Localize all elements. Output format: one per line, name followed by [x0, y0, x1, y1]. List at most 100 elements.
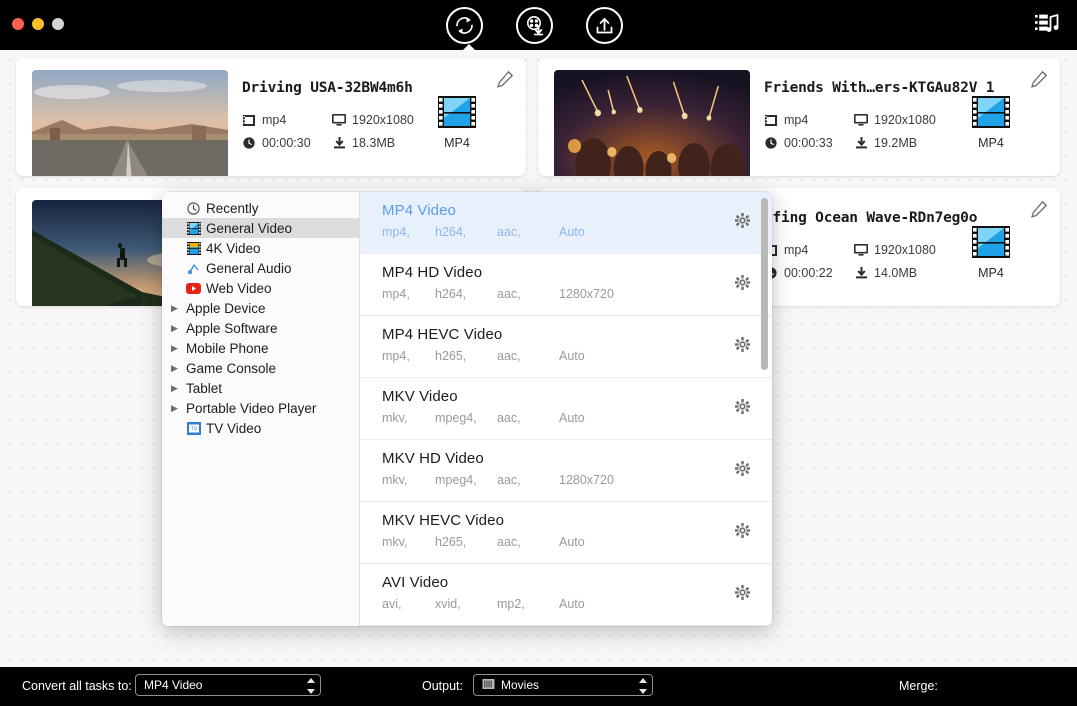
- format-resolution: 1280x720: [559, 287, 614, 301]
- stepper-icon[interactable]: [638, 678, 647, 694]
- chevron-right-icon: ▶: [171, 302, 178, 313]
- format-category-list: Recently General Video 4K Video General …: [162, 192, 360, 626]
- category-label: Apple Device: [186, 300, 266, 316]
- gear-icon[interactable]: [735, 399, 750, 414]
- file-card[interactable]: Driving USA-32BW4m6h mp4 1920x1080 00:00…: [16, 58, 526, 176]
- gear-icon[interactable]: [735, 585, 750, 600]
- file-output-format[interactable]: MP4: [430, 96, 484, 150]
- file-card[interactable]: Friends With…ers-KTGAu82V 1 mp4 1920x108…: [538, 58, 1060, 176]
- chevron-right-icon: ▶: [171, 362, 178, 373]
- convert-tab-button[interactable]: [446, 7, 483, 44]
- category-item-tablet[interactable]: ▶ Tablet: [162, 378, 359, 398]
- category-item-general-video[interactable]: General Video: [162, 218, 359, 238]
- share-tab-button[interactable]: [586, 7, 623, 44]
- category-item-tv-video[interactable]: TV TV Video: [162, 418, 359, 438]
- format-video-codec: h264,: [435, 287, 467, 301]
- format-video-codec: h265,: [435, 535, 467, 549]
- svg-text:TV: TV: [190, 426, 197, 432]
- category-label: Game Console: [186, 360, 277, 376]
- edit-pencil-icon[interactable]: [1030, 70, 1048, 88]
- gear-icon[interactable]: [735, 213, 750, 228]
- zoom-button[interactable]: [52, 18, 64, 30]
- format-video-codec: h265,: [435, 349, 467, 363]
- app-window: Driving USA-32BW4m6h mp4 1920x1080 00:00…: [0, 0, 1077, 706]
- category-item-general-audio[interactable]: General Audio: [162, 258, 359, 278]
- format-row-mkv-video[interactable]: MKV Video mkv, mpeg4, aac, Auto: [360, 378, 772, 440]
- film-icon: [242, 114, 256, 127]
- stepper-down-icon: [638, 689, 647, 694]
- format-details: mkv, mpeg4, aac, Auto: [382, 411, 772, 425]
- meta-format-value: mp4: [784, 243, 809, 257]
- stepper-down-icon: [306, 689, 315, 694]
- format-resolution: Auto: [559, 597, 585, 611]
- meta-format-value: mp4: [784, 113, 809, 127]
- output-select[interactable]: Movies: [473, 674, 653, 696]
- clock-icon: [764, 137, 778, 150]
- gear-icon[interactable]: [735, 337, 750, 352]
- category-item-game-console[interactable]: ▶ Game Console: [162, 358, 359, 378]
- format-audio-codec: aac,: [497, 287, 521, 301]
- format-list[interactable]: MP4 Video mp4, h264, aac, Auto MP4 HD Vi…: [360, 192, 772, 626]
- category-item-apple-device[interactable]: ▶ Apple Device: [162, 298, 359, 318]
- format-row-mp4-video[interactable]: MP4 Video mp4, h264, aac, Auto: [360, 192, 772, 254]
- category-label: General Video: [206, 220, 293, 236]
- stepper-up-icon: [306, 678, 315, 683]
- meta-size-value: 14.0MB: [874, 266, 918, 280]
- download-tab-button[interactable]: [516, 7, 553, 44]
- format-resolution: 1280x720: [559, 473, 614, 487]
- title-bar: [0, 0, 1077, 50]
- stepper-up-icon: [638, 678, 647, 683]
- convert-all-select[interactable]: MP4 Video: [135, 674, 321, 696]
- chevron-right-icon: ▶: [171, 382, 178, 393]
- format-row-mkv-hd-video[interactable]: MKV HD Video mkv, mpeg4, aac, 1280x720: [360, 440, 772, 502]
- stepper-icon[interactable]: [306, 678, 315, 694]
- film-strip-music-icon: [1033, 11, 1060, 40]
- format-video-codec: mpeg4,: [435, 473, 477, 487]
- format-container: avi,: [382, 597, 402, 611]
- output-value: Movies: [501, 678, 540, 692]
- close-button[interactable]: [12, 18, 24, 30]
- file-output-format[interactable]: MP4: [964, 226, 1018, 280]
- format-list-scrollbar[interactable]: [761, 198, 768, 370]
- format-row-mp4-hd-video[interactable]: MP4 HD Video mp4, h264, aac, 1280x720: [360, 254, 772, 316]
- format-audio-codec: aac,: [497, 535, 521, 549]
- category-item-web-video[interactable]: Web Video: [162, 278, 359, 298]
- format-video-codec: h264,: [435, 225, 467, 239]
- category-item-recently[interactable]: Recently: [162, 198, 359, 218]
- convert-all-value: MP4 Video: [144, 678, 203, 692]
- format-audio-codec: mp2,: [497, 597, 525, 611]
- category-item-mobile-phone[interactable]: ▶ Mobile Phone: [162, 338, 359, 358]
- format-name: MKV HEVC Video: [382, 512, 505, 529]
- category-item-4k-video[interactable]: 4K Video: [162, 238, 359, 258]
- format-row-mkv-hevc-video[interactable]: MKV HEVC Video mkv, h265, aac, Auto: [360, 502, 772, 564]
- bottom-bar: Convert all tasks to: MP4 Video Output: …: [0, 667, 1077, 706]
- format-details: mkv, mpeg4, aac, 1280x720: [382, 473, 772, 487]
- gear-icon[interactable]: [735, 461, 750, 476]
- media-library-button[interactable]: [1031, 12, 1061, 38]
- meta-resolution-value: 1920x1080: [874, 243, 936, 257]
- download-icon: [332, 137, 346, 150]
- meta-format-value: mp4: [262, 113, 287, 127]
- format-container: mkv,: [382, 473, 408, 487]
- film-icon: [764, 114, 778, 127]
- category-item-apple-software[interactable]: ▶ Apple Software: [162, 318, 359, 338]
- folder-icon: [482, 678, 495, 693]
- edit-pencil-icon[interactable]: [1030, 200, 1048, 218]
- format-video-codec: mpeg4,: [435, 411, 477, 425]
- category-item-portable-video-player[interactable]: ▶ Portable Video Player: [162, 398, 359, 418]
- file-output-format[interactable]: MP4: [964, 96, 1018, 150]
- format-name: MKV HD Video: [382, 450, 484, 467]
- edit-pencil-icon[interactable]: [496, 70, 514, 88]
- file-output-format-label: MP4: [978, 266, 1004, 280]
- minimize-button[interactable]: [32, 18, 44, 30]
- meta-duration: 00:00:30: [242, 136, 332, 150]
- download-icon: [854, 137, 868, 150]
- format-row-avi-video[interactable]: AVI Video avi, xvid, mp2, Auto: [360, 564, 772, 626]
- format-row-mp4-hevc-video[interactable]: MP4 HEVC Video mp4, h265, aac, Auto: [360, 316, 772, 378]
- file-output-format-label: MP4: [978, 136, 1004, 150]
- format-container: mp4,: [382, 225, 410, 239]
- meta-duration-value: 00:00:30: [262, 136, 311, 150]
- file-thumbnail: [554, 70, 750, 176]
- gear-icon[interactable]: [735, 275, 750, 290]
- gear-icon[interactable]: [735, 523, 750, 538]
